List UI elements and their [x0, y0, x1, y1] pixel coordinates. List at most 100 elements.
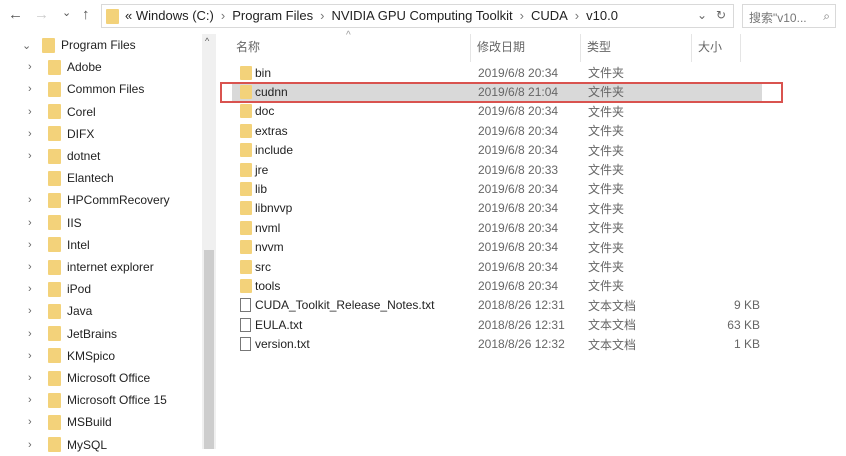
breadcrumb-item[interactable]: Windows (C:): [136, 8, 214, 23]
tree-item[interactable]: › MySQL: [0, 434, 200, 456]
column-header-size[interactable]: 大小: [698, 38, 722, 55]
chevron-right-icon[interactable]: ›: [28, 416, 42, 428]
tree-item-label: Intel: [67, 237, 90, 252]
column-divider[interactable]: [740, 34, 741, 62]
breadcrumb-separator-icon[interactable]: ›: [221, 8, 225, 23]
refresh-button[interactable]: ↻: [716, 8, 726, 22]
file-row[interactable]: bin 2019/6/8 20:34 文件夹: [232, 63, 782, 82]
breadcrumb-item[interactable]: NVIDIA GPU Computing Toolkit: [331, 8, 512, 23]
column-header-date[interactable]: 修改日期: [477, 38, 525, 55]
column-divider[interactable]: [470, 34, 471, 62]
chevron-right-icon[interactable]: ›: [28, 350, 42, 362]
file-row[interactable]: nvvm 2019/6/8 20:34 文件夹: [232, 238, 782, 257]
tree-item-label: JetBrains: [67, 326, 118, 341]
tree-item[interactable]: › Common Files: [0, 78, 200, 100]
tree-item[interactable]: › Adobe: [0, 56, 200, 78]
up-button[interactable]: ↑: [82, 6, 90, 23]
chevron-right-icon[interactable]: ›: [28, 239, 42, 251]
tree-item[interactable]: › Corel: [0, 101, 200, 123]
tree-item[interactable]: › iPod: [0, 278, 200, 300]
file-type: 文件夹: [588, 124, 625, 139]
tree-item[interactable]: › Intel: [0, 234, 200, 256]
file-name: jre: [255, 162, 269, 177]
tree-item-root[interactable]: ⌄ Program Files: [0, 34, 200, 56]
breadcrumb-separator-icon[interactable]: ›: [320, 8, 324, 23]
breadcrumb-item[interactable]: CUDA: [531, 8, 568, 23]
tree-item[interactable]: › dotnet: [0, 145, 200, 167]
chevron-right-icon[interactable]: ›: [28, 261, 42, 273]
chevron-right-icon[interactable]: ›: [28, 394, 42, 406]
tree-item-label: Corel: [67, 104, 96, 119]
recent-locations-button[interactable]: ⌄: [62, 6, 71, 19]
file-row[interactable]: CUDA_Toolkit_Release_Notes.txt 2018/8/26 …: [232, 296, 782, 315]
folder-icon: [240, 104, 252, 119]
file-date: 2018/8/26 12:31: [478, 317, 565, 332]
chevron-right-icon[interactable]: ›: [28, 194, 42, 206]
chevron-right-icon[interactable]: ›: [28, 372, 42, 384]
file-row[interactable]: jre 2019/6/8 20:33 文件夹: [232, 160, 782, 179]
folder-icon: [48, 215, 61, 231]
breadcrumb-item[interactable]: Program Files: [232, 8, 313, 23]
chevron-right-icon[interactable]: ›: [28, 128, 42, 140]
file-row[interactable]: nvml 2019/6/8 20:34 文件夹: [232, 218, 782, 237]
tree-item-label: HPCommRecovery: [67, 193, 170, 208]
tree-item-label: MySQL: [67, 437, 108, 452]
chevron-right-icon[interactable]: ›: [28, 305, 42, 317]
folder-icon: [240, 259, 252, 274]
tree-item[interactable]: › Java: [0, 300, 200, 322]
folder-icon: [48, 81, 61, 97]
folder-icon: [48, 104, 61, 120]
tree-item[interactable]: Elantech: [0, 167, 200, 189]
tree-item[interactable]: › MSBuild: [0, 411, 200, 433]
file-row[interactable]: doc 2019/6/8 20:34 文件夹: [232, 102, 782, 121]
folder-icon: [48, 170, 61, 186]
chevron-down-icon[interactable]: ⌄: [22, 39, 36, 52]
tree-item[interactable]: › internet explorer: [0, 256, 200, 278]
file-row[interactable]: version.txt 2018/8/26 12:32 文本文档 1 KB: [232, 335, 782, 354]
chevron-right-icon[interactable]: ›: [28, 61, 42, 73]
file-row[interactable]: extras 2019/6/8 20:34 文件夹: [232, 121, 782, 140]
file-row[interactable]: src 2019/6/8 20:34 文件夹: [232, 257, 782, 276]
file-size: 63 KB: [727, 317, 760, 332]
file-name: lib: [255, 181, 268, 196]
tree-item[interactable]: › JetBrains: [0, 323, 200, 345]
file-row[interactable]: lib 2019/6/8 20:34 文件夹: [232, 179, 782, 198]
file-date: 2019/6/8 20:34: [478, 143, 559, 158]
file-type: 文件夹: [588, 143, 625, 158]
breadcrumb-item[interactable]: v10.0: [586, 8, 618, 23]
file-row[interactable]: libnvvp 2019/6/8 20:34 文件夹: [232, 199, 782, 218]
file-row[interactable]: EULA.txt 2018/8/26 12:31 文本文档 63 KB: [232, 315, 782, 334]
tree-item[interactable]: › DIFX: [0, 123, 200, 145]
file-row[interactable]: tools 2019/6/8 20:34 文件夹: [232, 276, 782, 295]
tree-item[interactable]: › Microsoft Office 15: [0, 389, 200, 411]
chevron-right-icon[interactable]: ›: [28, 150, 42, 162]
back-button[interactable]: ←: [8, 6, 23, 23]
breadcrumb-separator-icon[interactable]: ›: [520, 8, 524, 23]
chevron-right-icon[interactable]: ›: [28, 328, 42, 340]
chevron-right-icon[interactable]: ›: [28, 217, 42, 229]
file-date: 2019/6/8 20:34: [478, 259, 559, 274]
breadcrumb-separator-icon[interactable]: ›: [575, 8, 579, 23]
chevron-right-icon[interactable]: ›: [28, 106, 42, 118]
scroll-up-icon[interactable]: ^: [205, 36, 209, 46]
address-dropdown-button[interactable]: ⌄: [697, 8, 707, 22]
file-date: 2019/6/8 20:34: [478, 65, 559, 80]
tree-item[interactable]: › KMSpico: [0, 345, 200, 367]
folder-icon: [48, 126, 61, 142]
file-type: 文本文档: [588, 337, 637, 352]
tree-item[interactable]: › IIS: [0, 212, 200, 234]
chevron-right-icon[interactable]: ›: [28, 283, 42, 295]
chevron-right-icon[interactable]: ›: [28, 83, 42, 95]
column-header-type[interactable]: 类型: [587, 38, 611, 55]
overflow-button[interactable]: «: [125, 8, 132, 23]
file-name: version.txt: [255, 337, 310, 352]
column-divider[interactable]: [580, 34, 581, 62]
tree-item[interactable]: › HPCommRecovery: [0, 189, 200, 211]
forward-button[interactable]: →: [34, 6, 49, 23]
column-header-name[interactable]: 名称: [236, 38, 260, 55]
search-input[interactable]: 搜索"v10... ⌕: [742, 4, 836, 28]
nav-scrollbar-thumb[interactable]: [204, 250, 214, 449]
column-divider[interactable]: [691, 34, 692, 62]
file-row[interactable]: include 2019/6/8 20:34 文件夹: [232, 141, 782, 160]
tree-item[interactable]: › Microsoft Office: [0, 367, 200, 389]
